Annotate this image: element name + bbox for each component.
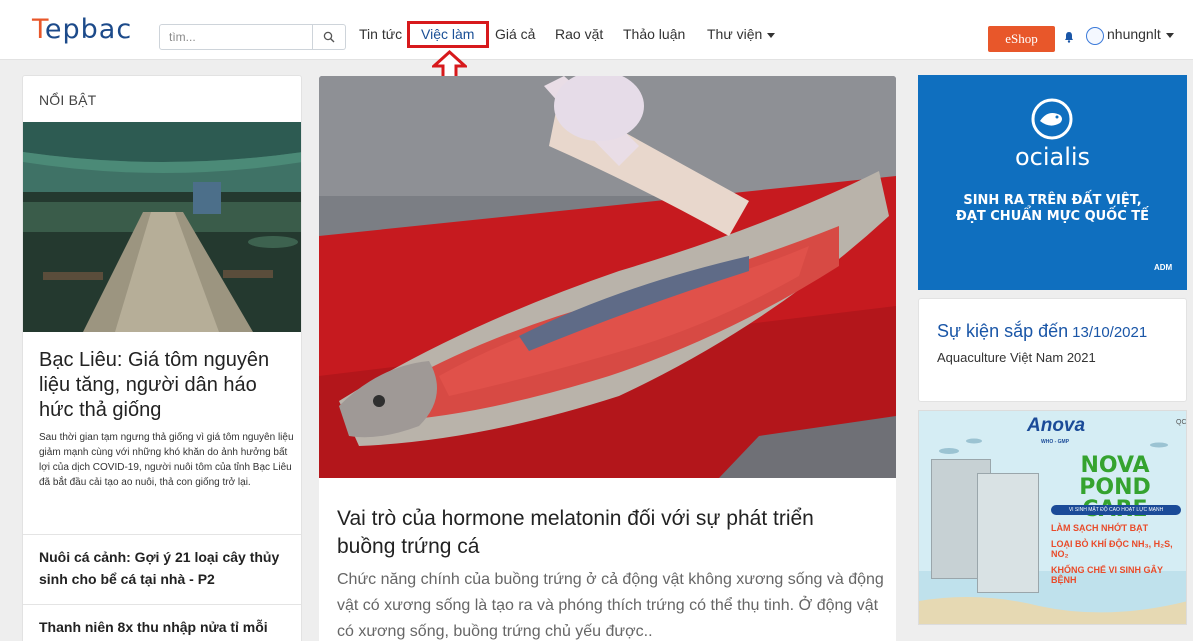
adm-logo: ADM	[1154, 263, 1173, 272]
product-point: LÀM SẠCH NHỚT BẠT	[1051, 523, 1149, 533]
logo-prefix: T	[32, 14, 45, 45]
slogan-line: SINH RA TRÊN ĐẤT VIỆT,	[963, 193, 1142, 208]
fish-logo-icon	[1031, 98, 1073, 140]
main-article-card: Vai trò của hormone melatonin đối với sự…	[319, 76, 896, 641]
chevron-down-icon	[767, 32, 776, 38]
anova-sub: WHO - GMP	[1041, 439, 1070, 445]
nav-gia-ca[interactable]: Giá cả	[495, 26, 535, 42]
event-item[interactable]: Aquaculture Việt Nam 2021	[937, 350, 1096, 365]
divider	[23, 604, 301, 605]
username-label: nhungnlt	[1107, 26, 1161, 42]
product-bag-image	[977, 473, 1039, 593]
main-article-description: Chức năng chính của buồng trứng ở cả độn…	[337, 571, 884, 640]
product-band: VI SINH MẬT ĐỘ CAO HOẠT LỰC MẠNH	[1051, 505, 1181, 515]
nav-thao-luan[interactable]: Thảo luận	[623, 26, 685, 42]
eshop-button[interactable]: eShop	[988, 26, 1055, 52]
featured-article-title[interactable]: Bạc Liêu: Giá tôm nguyên liệu tăng, ngườ…	[39, 348, 294, 423]
featured-panel: NỔI BẬT Bạc Liêu: Giá tôm nguyên liệu tă…	[22, 75, 302, 641]
avatar[interactable]	[1086, 27, 1104, 45]
tepbac-logo[interactable]: Tepbac	[32, 14, 132, 45]
nav-thu-vien-label: Thư viện	[707, 26, 763, 42]
search-icon	[323, 31, 335, 43]
ocialis-slogan: SINH RA TRÊN ĐẤT VIỆT, ĐẠT CHUẨN MỰC QUỐ…	[918, 193, 1187, 225]
top-navbar: Tepbac Tin tức Việc làm Giá cả Rao vặt T…	[0, 0, 1193, 60]
highlight-box	[407, 21, 489, 48]
slogan-line: ĐẠT CHUẨN MỰC QUỐC TẾ	[955, 209, 1150, 224]
featured-article-description: Sau thời gian tạm ngưng thả giống vì giá…	[39, 432, 294, 488]
product-point: KHỐNG CHẾ VI SINH GÂY BỆNH	[1051, 565, 1163, 585]
nav-tin-tuc[interactable]: Tin tức	[359, 26, 402, 42]
bell-icon[interactable]	[1064, 31, 1074, 43]
events-date: 13/10/2021	[1072, 324, 1148, 341]
product-title-line: NOVA	[1080, 453, 1150, 478]
shrimp-farm-image[interactable]	[23, 122, 302, 332]
nav-thu-vien[interactable]: Thư viện	[707, 26, 776, 42]
events-heading-label: Sự kiện sắp đến	[937, 321, 1069, 341]
ocialis-brand: ocialis	[1014, 143, 1091, 171]
anova-brand: Anova	[1027, 415, 1086, 436]
ad-qc-label: QC	[1176, 419, 1187, 426]
divider	[23, 534, 301, 535]
chevron-down-icon	[1165, 32, 1174, 38]
user-menu[interactable]: nhungnlt	[1107, 26, 1174, 42]
logo-text: epbac	[44, 14, 133, 45]
anova-ad-banner[interactable]: Anova WHO - GMP QC NOVA POND CARE VI SIN…	[918, 410, 1187, 625]
nav-rao-vat[interactable]: Rao vặt	[555, 26, 603, 42]
events-heading[interactable]: Sự kiện sắp đến 13/10/2021	[937, 321, 1147, 342]
product-point: LOẠI BỎ KHÍ ĐỘC NH₃, H₂S, NO₂	[1051, 539, 1173, 559]
ocialis-ad-banner[interactable]: ocialis SINH RA TRÊN ĐẤT VIỆT, ĐẠT CHUẨN…	[918, 75, 1187, 290]
search-button[interactable]	[313, 24, 346, 50]
featured-link[interactable]: Thanh niên 8x thu nhập nửa tỉ mỗi	[39, 616, 294, 638]
featured-heading: NỔI BẬT	[39, 92, 97, 108]
search-input[interactable]	[159, 24, 313, 50]
main-article-title[interactable]: Vai trò của hormone melatonin đối với sự…	[337, 505, 867, 561]
upcoming-events-card: Sự kiện sắp đến 13/10/2021 Aquaculture Vi…	[918, 298, 1187, 402]
fish-ovary-image[interactable]	[319, 76, 896, 478]
featured-link[interactable]: Nuôi cá cảnh: Gợi ý 21 loại cây thủy sin…	[39, 546, 294, 590]
